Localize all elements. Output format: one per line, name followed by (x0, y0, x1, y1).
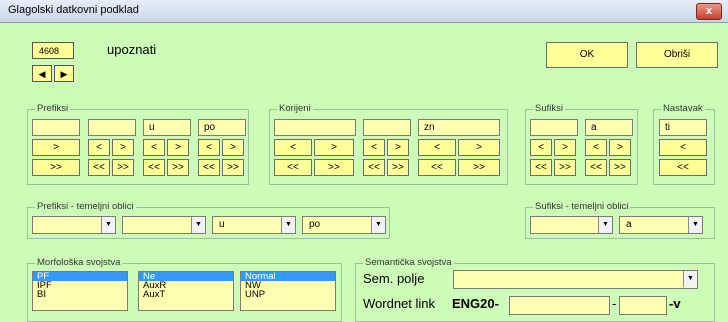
korijen-1-ggt-button[interactable]: >> (314, 159, 354, 176)
korijen-field-2[interactable] (363, 119, 411, 136)
list-item[interactable]: IPF (33, 281, 127, 291)
wordnet-pos-field[interactable] (619, 296, 667, 315)
wordnet-prefix: ENG20- (452, 296, 499, 311)
semanticka-legend: Semantička svojstva (363, 257, 454, 268)
korijen-1-lt-button[interactable]: < (274, 139, 312, 156)
prefiks-2-gt-button[interactable]: > (112, 139, 134, 156)
verb-word: upoznati (107, 42, 157, 57)
sem-polje-combo[interactable]: ▼ (453, 270, 698, 289)
korijen-2-gt-button[interactable]: > (387, 139, 409, 156)
list-item[interactable]: BI (33, 290, 127, 300)
window-title: Glagolski datkovni podklad (8, 4, 139, 16)
triangle-right-icon: ▶ (60, 69, 68, 79)
prefiks-field-1[interactable] (32, 119, 80, 136)
delete-button[interactable]: Obriši (636, 42, 718, 68)
korijen-field-1[interactable] (274, 119, 356, 136)
combo-value: po (309, 219, 321, 230)
title-bar: Glagolski datkovni podklad x (0, 0, 728, 23)
aspect-listbox[interactable]: PF IPF BI (32, 271, 128, 311)
sufiks-2-lt-button[interactable]: < (585, 139, 607, 156)
sufiks-1-llt-button[interactable]: << (530, 159, 552, 176)
next-record-button[interactable]: ▶ (54, 65, 74, 82)
chevron-down-icon[interactable]: ▼ (101, 217, 115, 233)
prefiks-3-ggt-button[interactable]: >> (167, 159, 189, 176)
prefiks-temeljni-combo-2[interactable]: ▼ (122, 216, 206, 234)
korijen-3-gt-button[interactable]: > (458, 139, 500, 156)
korijen-field-3[interactable]: zn (418, 119, 500, 136)
chevron-down-icon[interactable]: ▼ (683, 271, 697, 287)
korijen-3-lt-button[interactable]: < (418, 139, 456, 156)
prefiks-1-gt-button[interactable]: > (32, 139, 80, 156)
korijen-2-llt-button[interactable]: << (363, 159, 385, 176)
prefiks-3-lt-button[interactable]: < (143, 139, 165, 156)
korijen-3-ggt-button[interactable]: >> (458, 159, 500, 176)
sem-polje-label: Sem. polje (363, 271, 425, 286)
sufiks-2-llt-button[interactable]: << (585, 159, 607, 176)
prefiks-field-4[interactable]: po (198, 119, 246, 136)
prefiks-2-ggt-button[interactable]: >> (112, 159, 134, 176)
sufiks-1-ggt-button[interactable]: >> (554, 159, 576, 176)
prefiks-3-gt-button[interactable]: > (167, 139, 189, 156)
sufiks-1-lt-button[interactable]: < (530, 139, 552, 156)
prefiks-4-ggt-button[interactable]: >> (222, 159, 244, 176)
sufiks-1-gt-button[interactable]: > (554, 139, 576, 156)
prefiks-4-llt-button[interactable]: << (198, 159, 220, 176)
chevron-down-icon[interactable]: ▼ (281, 217, 295, 233)
korijeni-legend: Korijeni (277, 103, 313, 114)
triangle-left-icon: ◀ (38, 69, 46, 79)
korijen-1-gt-button[interactable]: > (314, 139, 354, 156)
sufiksi-legend: Sufiksi (533, 103, 565, 114)
korijen-1-llt-button[interactable]: << (274, 159, 312, 176)
prefiks-2-llt-button[interactable]: << (88, 159, 110, 176)
prefiks-4-gt-button[interactable]: > (222, 139, 244, 156)
wordnet-id-field[interactable] (509, 296, 610, 315)
chevron-down-icon[interactable]: ▼ (688, 217, 702, 233)
morfoloska-legend: Morfološka svojstva (35, 257, 123, 268)
prefiksi-temeljni-legend: Prefiksi - temeljni oblici (35, 201, 136, 212)
sufiks-temeljni-combo-1[interactable]: ▼ (530, 216, 613, 234)
prefiks-3-llt-button[interactable]: << (143, 159, 165, 176)
wordnet-label: Wordnet link (363, 296, 436, 311)
nastavak-field[interactable]: ti (659, 119, 707, 136)
nastavak-lt-button[interactable]: < (659, 139, 707, 156)
reflexive-listbox[interactable]: Ne AuxR AuxT (138, 271, 234, 311)
prefiks-temeljni-combo-3[interactable]: u ▼ (212, 216, 296, 234)
sufiks-temeljni-combo-2[interactable]: a ▼ (619, 216, 703, 234)
record-number-field[interactable]: 4608 (32, 42, 74, 59)
nastavak-legend: Nastavak (661, 103, 705, 114)
nastavak-llt-button[interactable]: << (659, 159, 707, 176)
prefiks-1-ggt-button[interactable]: >> (32, 159, 80, 176)
prefiks-4-lt-button[interactable]: < (198, 139, 220, 156)
combo-value: a (626, 219, 632, 230)
sufiks-field-1[interactable] (530, 119, 578, 136)
prefiks-temeljni-combo-4[interactable]: po ▼ (302, 216, 386, 234)
ok-button[interactable]: OK (546, 42, 628, 68)
close-button[interactable]: x (696, 3, 722, 20)
wordnet-dash: - (612, 296, 617, 311)
dialog-window: Glagolski datkovni podklad x 4608 ◀ ▶ up… (0, 0, 728, 322)
chevron-down-icon[interactable]: ▼ (371, 217, 385, 233)
list-item[interactable]: AuxT (139, 290, 233, 300)
combo-value: u (219, 219, 225, 230)
korijen-2-ggt-button[interactable]: >> (387, 159, 409, 176)
prefiks-field-3[interactable]: u (143, 119, 191, 136)
sufiksi-temeljni-legend: Sufiksi - temeljni oblici (533, 201, 631, 212)
prefiksi-legend: Prefiksi (35, 103, 71, 114)
sufiks-2-gt-button[interactable]: > (609, 139, 631, 156)
type-listbox[interactable]: Normal NW UNP (240, 271, 336, 311)
prefiks-field-2[interactable] (88, 119, 136, 136)
sufiks-2-ggt-button[interactable]: >> (609, 159, 631, 176)
chevron-down-icon[interactable]: ▼ (598, 217, 612, 233)
wordnet-suffix: -v (669, 296, 681, 311)
korijen-3-llt-button[interactable]: << (418, 159, 456, 176)
prefiks-temeljni-combo-1[interactable]: ▼ (32, 216, 116, 234)
prev-record-button[interactable]: ◀ (32, 65, 52, 82)
chevron-down-icon[interactable]: ▼ (191, 217, 205, 233)
list-item[interactable]: UNP (241, 290, 335, 300)
sufiks-field-2[interactable]: a (585, 119, 633, 136)
korijen-2-lt-button[interactable]: < (363, 139, 385, 156)
prefiks-2-lt-button[interactable]: < (88, 139, 110, 156)
